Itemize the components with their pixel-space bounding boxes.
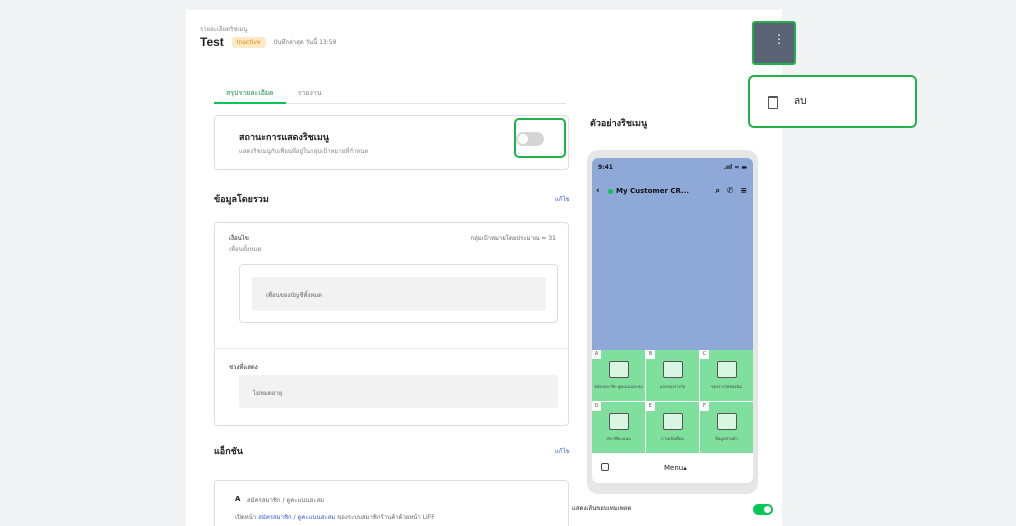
menu-cell-b: B แลกของรางวัล <box>646 350 699 401</box>
gift-icon <box>662 361 683 378</box>
delete-menu-item[interactable]: ลบ <box>794 94 806 109</box>
chat-name: My Customer CR... <box>616 187 689 195</box>
cell-label: สมัครสมาชิก ดูคะแนนสะสม <box>594 384 643 389</box>
cell-label: การแจ้งเตือน <box>661 436 684 441</box>
preview-title: ตัวอย่างริชเมนู <box>590 119 648 129</box>
chat-menu-bar: Menu▴ <box>592 454 753 483</box>
period-box: ไม่หมดอายุ <box>239 375 558 408</box>
main-panel: รายละเอียดริชเมนู Test Inactive บันทึกล่… <box>186 10 782 526</box>
menu-cell-c: C ของรางวัลของฉัน <box>700 350 753 401</box>
online-dot-icon <box>608 188 613 194</box>
rich-menu-grid: A สมัครสมาชิก ดูคะแนนสะสม B แลกของรางวัล… <box>592 350 753 454</box>
trash-icon <box>768 96 778 109</box>
tab-summary[interactable]: สรุปรายละเอียด <box>214 80 286 104</box>
audience-text: เพื่อนของบัญชีทั้งหมด <box>266 292 323 299</box>
more-options-menu: ลบ <box>748 75 917 128</box>
divider <box>215 348 568 349</box>
cell-letter: C <box>700 350 709 359</box>
actions-edit-link[interactable]: แก้ไข <box>555 446 570 456</box>
title-row: Test Inactive บันทึกล่าสุด วันนี้ 13:59 <box>200 35 336 49</box>
bell-icon <box>662 413 683 430</box>
status-badge: Inactive <box>231 36 266 48</box>
status-bar: 9:41 .ııl ≈ ▬ <box>598 164 747 174</box>
target-estimate: กลุ่มเป้าหมายโดยประมาณ ≈ 31 <box>470 235 556 242</box>
display-status-subtitle: แสดงริชเมนูกับเพื่อนที่อยู่ในกลุ่มเป้าหม… <box>239 148 369 155</box>
display-status-title: สถานะการแสดงริชเมนู <box>239 133 329 143</box>
toggle-knob <box>764 506 771 513</box>
reward-icon <box>716 361 737 378</box>
menu-cell-a: A สมัครสมาชิก ดูคะแนนสะสม <box>592 350 645 401</box>
cell-letter: D <box>592 402 601 411</box>
action-desc-suffix: ของระบบสมาชิกร้านค้าด้วยหน้า LIFF <box>337 514 435 521</box>
cell-letter: A <box>592 350 601 359</box>
phone-screen: 9:41 .ııl ≈ ▬ ‹ My Customer CR... ⌕ ✆ ≡ … <box>592 158 753 483</box>
overview-card: เงื่อนไข เพื่อนทั้งหมด กลุ่มเป้าหมายโดยป… <box>214 222 569 426</box>
cell-label: ประวัติคะแนน <box>606 436 631 441</box>
coin-icon <box>608 413 629 430</box>
cell-letter: F <box>700 402 709 411</box>
period-value: ไม่หมดอายุ <box>253 390 283 397</box>
template-border-toggle[interactable] <box>753 504 773 515</box>
menu-cell-f: F ข้อมูลส่วนตัว <box>700 402 753 453</box>
cell-label: ข้อมูลส่วนตัว <box>715 436 738 441</box>
audience-box: เพื่อนของบัญชีทั้งหมด <box>239 264 558 323</box>
period-label: ช่วงที่แสดง <box>229 364 258 371</box>
kebab-icon: ⋮ <box>773 32 785 46</box>
breadcrumb: รายละเอียดริชเมนู <box>200 26 248 33</box>
phone-preview: 9:41 .ııl ≈ ▬ ‹ My Customer CR... ⌕ ✆ ≡ … <box>587 150 758 494</box>
menu-cell-d: D ประวัติคะแนน <box>592 402 645 453</box>
more-options-button[interactable]: ⋮ <box>752 21 796 65</box>
action-letter: A <box>235 495 241 503</box>
template-border-label: แสดงเส้นขอบเทมเพลต <box>572 505 632 512</box>
audience-pill: เพื่อนของบัญชีทั้งหมด <box>252 277 546 311</box>
action-desc-prefix: เปิดหน้า <box>235 514 257 521</box>
page-title: Test <box>200 35 224 49</box>
action-description: เปิดหน้า สมัครสมาชิก / ดูคะแนนสะสม ของระ… <box>235 512 435 522</box>
member-card-icon <box>608 361 629 378</box>
tab-bar: สรุปรายละเอียด รายงาน <box>214 80 566 104</box>
overview-title: ข้อมูลโดยรวม <box>214 195 269 205</box>
back-icon: ‹ <box>596 186 600 196</box>
profile-card-icon <box>716 413 737 430</box>
chat-header: ‹ My Customer CR... ⌕ ✆ ≡ <box>596 184 749 198</box>
status-time: 9:41 <box>598 164 613 171</box>
actions-title: แอ็กชัน <box>214 447 243 457</box>
search-call-menu-icon: ⌕ ✆ ≡ <box>715 186 749 195</box>
action-label: สมัครสมาชิก / ดูคะแนนสะสม <box>247 497 325 504</box>
cell-letter: E <box>646 402 655 411</box>
last-saved-text: บันทึกล่าสุด วันนี้ 13:59 <box>273 39 337 46</box>
cell-label: ของรางวัลของฉัน <box>711 384 742 389</box>
condition-label: เงื่อนไข <box>229 235 249 242</box>
condition-value: เพื่อนทั้งหมด <box>229 246 262 253</box>
cell-letter: B <box>646 350 655 359</box>
menu-cell-e: E การแจ้งเตือน <box>646 402 699 453</box>
cell-label: แลกของรางวัล <box>659 384 686 389</box>
menu-toggle: Menu▴ <box>664 464 687 472</box>
toggle-highlight <box>514 118 566 158</box>
tab-report[interactable]: รายงาน <box>286 80 334 104</box>
action-card: A สมัครสมาชิก / ดูคะแนนสะสม เปิดหน้า สมั… <box>214 480 569 526</box>
action-desc-link[interactable]: สมัครสมาชิก / ดูคะแนนสะสม <box>258 514 335 521</box>
signal-wifi-battery-icon: .ııl ≈ ▬ <box>723 164 747 171</box>
overview-edit-link[interactable]: แก้ไข <box>555 194 570 204</box>
keyboard-icon <box>601 463 609 471</box>
